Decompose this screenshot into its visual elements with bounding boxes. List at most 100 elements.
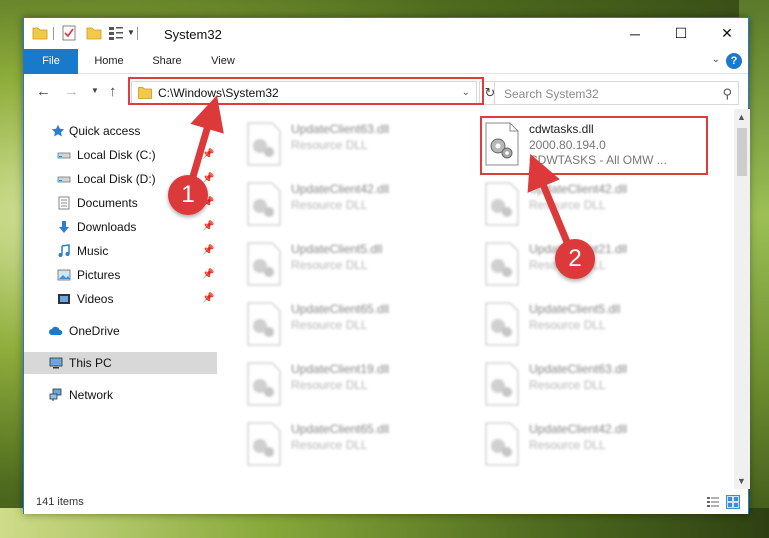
tab-share[interactable]: Share [140, 49, 194, 74]
expand-ribbon-chevron-icon[interactable]: ⌄ [712, 54, 720, 65]
pin-icon: 📌 [202, 221, 215, 232]
list-item[interactable]: UpdateClient65.dll Resource DLL [239, 418, 469, 473]
vertical-scrollbar[interactable]: ▲ ▼ [734, 109, 750, 489]
sidebar-item-label: Downloads [77, 220, 137, 234]
file-name: UpdateClient63.dll [291, 122, 390, 136]
minimize-button[interactable]: ─ [612, 18, 658, 49]
sidebar-item-label: Quick access [69, 124, 141, 138]
dll-file-icon [247, 182, 281, 226]
maximize-button[interactable]: ☐ [658, 18, 704, 49]
scroll-up-arrow-icon[interactable]: ▲ [737, 112, 746, 122]
search-placeholder: Search System32 [504, 87, 599, 101]
drive-icon [57, 152, 71, 159]
list-item[interactable]: UpdateClient42.dll Resource DLL [477, 418, 707, 473]
sidebar-item-label: Pictures [77, 268, 121, 282]
dll-file-icon [247, 302, 281, 346]
dll-file-icon [485, 242, 519, 286]
sidebar-item-network[interactable]: Network [24, 384, 217, 406]
file-name: UpdateClient19.dll [291, 362, 390, 376]
view-options-icon[interactable] [108, 25, 124, 41]
list-item[interactable]: UpdateClient19.dll Resource DLL [239, 358, 469, 413]
sidebar-item-label: Videos [77, 292, 114, 306]
scrollbar-thumb[interactable] [737, 128, 747, 176]
file-name: UpdateClient5.dll [529, 302, 621, 316]
recent-locations-chevron-icon[interactable]: ▼ [91, 86, 99, 95]
list-item[interactable]: UpdateClient5.dll Resource DLL [477, 298, 707, 353]
sidebar-item-quick-access[interactable]: Quick access [24, 120, 217, 142]
sidebar-item-music[interactable]: Music 📌 [24, 240, 217, 262]
file-name: UpdateClient42.dll [529, 422, 628, 436]
sidebar-item-label: Local Disk (C:) [77, 148, 156, 162]
file-name: UpdateClient63.dll [529, 362, 628, 376]
details-view-icon[interactable] [706, 495, 720, 509]
title-divider [137, 27, 138, 40]
dll-file-icon [247, 362, 281, 406]
item-count: 141 items [36, 496, 84, 508]
tab-view[interactable]: View [198, 49, 248, 74]
callout-badge-1: 1 [168, 175, 208, 215]
sidebar-item-label: OneDrive [69, 324, 120, 338]
file-highlight [480, 116, 708, 175]
dll-file-icon [485, 422, 519, 466]
pictures-icon [57, 269, 71, 281]
file-name: UpdateClient42.dll [291, 182, 390, 196]
star-icon [51, 124, 65, 137]
tab-file[interactable]: File [24, 49, 78, 74]
scroll-down-arrow-icon[interactable]: ▼ [737, 476, 746, 486]
network-icon [49, 388, 62, 401]
list-item[interactable]: UpdateClient5.dll Resource DLL [239, 238, 469, 293]
dll-file-icon [247, 422, 281, 466]
file-type: Resource DLL [291, 378, 368, 392]
file-type: Resource DLL [529, 318, 606, 332]
large-icons-view-icon[interactable] [726, 495, 740, 509]
videos-icon [58, 294, 70, 304]
downloads-icon [59, 221, 69, 233]
close-button[interactable]: ✕ [704, 18, 750, 49]
dll-file-icon [485, 362, 519, 406]
sidebar-item-label: This PC [69, 356, 112, 370]
list-item[interactable]: UpdateClient42.dll Resource DLL [239, 178, 469, 233]
help-button[interactable]: ? [726, 53, 742, 69]
new-folder-icon[interactable] [86, 25, 102, 41]
list-item[interactable]: UpdateClient63.dll Resource DLL [477, 358, 707, 413]
sidebar-item-this-pc[interactable]: This PC [24, 352, 217, 374]
status-bar: 141 items [24, 491, 748, 514]
search-input[interactable]: Search System32 ⚲ [494, 81, 739, 105]
file-name: UpdateClient65.dll [291, 422, 390, 436]
dll-file-icon [485, 302, 519, 346]
documents-icon [58, 196, 70, 210]
sidebar-item-pictures[interactable]: Pictures 📌 [24, 264, 217, 286]
file-type: Resource DLL [291, 438, 368, 452]
pin-icon: 📌 [202, 293, 215, 304]
properties-icon[interactable] [62, 25, 76, 41]
tab-home[interactable]: Home [82, 49, 136, 74]
back-arrow-icon[interactable]: ← [36, 83, 51, 100]
customize-toolbar-chevron-icon[interactable]: ▼ [127, 28, 135, 44]
music-icon [58, 244, 70, 257]
minimize-icon: ─ [630, 25, 640, 42]
title-bar: ▼ System32 ─ ☐ ✕ [24, 18, 748, 49]
file-name: UpdateClient42.dll [529, 182, 628, 196]
file-name: UpdateClient5.dll [291, 242, 383, 256]
file-name: UpdateClient65.dll [291, 302, 390, 316]
list-item[interactable]: UpdateClient63.dll Resource DLL [239, 118, 469, 173]
list-item[interactable]: UpdateClient42.dll Resource DLL [477, 178, 707, 233]
ribbon: File Home Share View ⌄ ? [24, 49, 748, 74]
search-icon: ⚲ [722, 86, 732, 101]
file-type: Resource DLL [291, 138, 368, 152]
up-arrow-icon[interactable]: ↑ [109, 83, 117, 100]
file-type: Resource DLL [529, 378, 606, 392]
list-item[interactable]: UpdateClient65.dll Resource DLL [239, 298, 469, 353]
pin-icon: 📌 [202, 269, 215, 280]
file-type: Resource DLL [291, 258, 368, 272]
sidebar-item-label: Documents [77, 196, 138, 210]
forward-arrow-icon[interactable]: → [64, 83, 79, 100]
sidebar-item-videos[interactable]: Videos 📌 [24, 288, 217, 310]
quick-access-divider [53, 27, 54, 40]
dll-file-icon [485, 182, 519, 226]
sidebar-item-onedrive[interactable]: OneDrive [24, 320, 217, 342]
sidebar-item-downloads[interactable]: Downloads 📌 [24, 216, 217, 238]
sidebar-item-local-disk-c[interactable]: Local Disk (C:) 📌 [24, 144, 217, 166]
dll-file-icon [247, 242, 281, 286]
dll-file-icon [247, 122, 281, 166]
